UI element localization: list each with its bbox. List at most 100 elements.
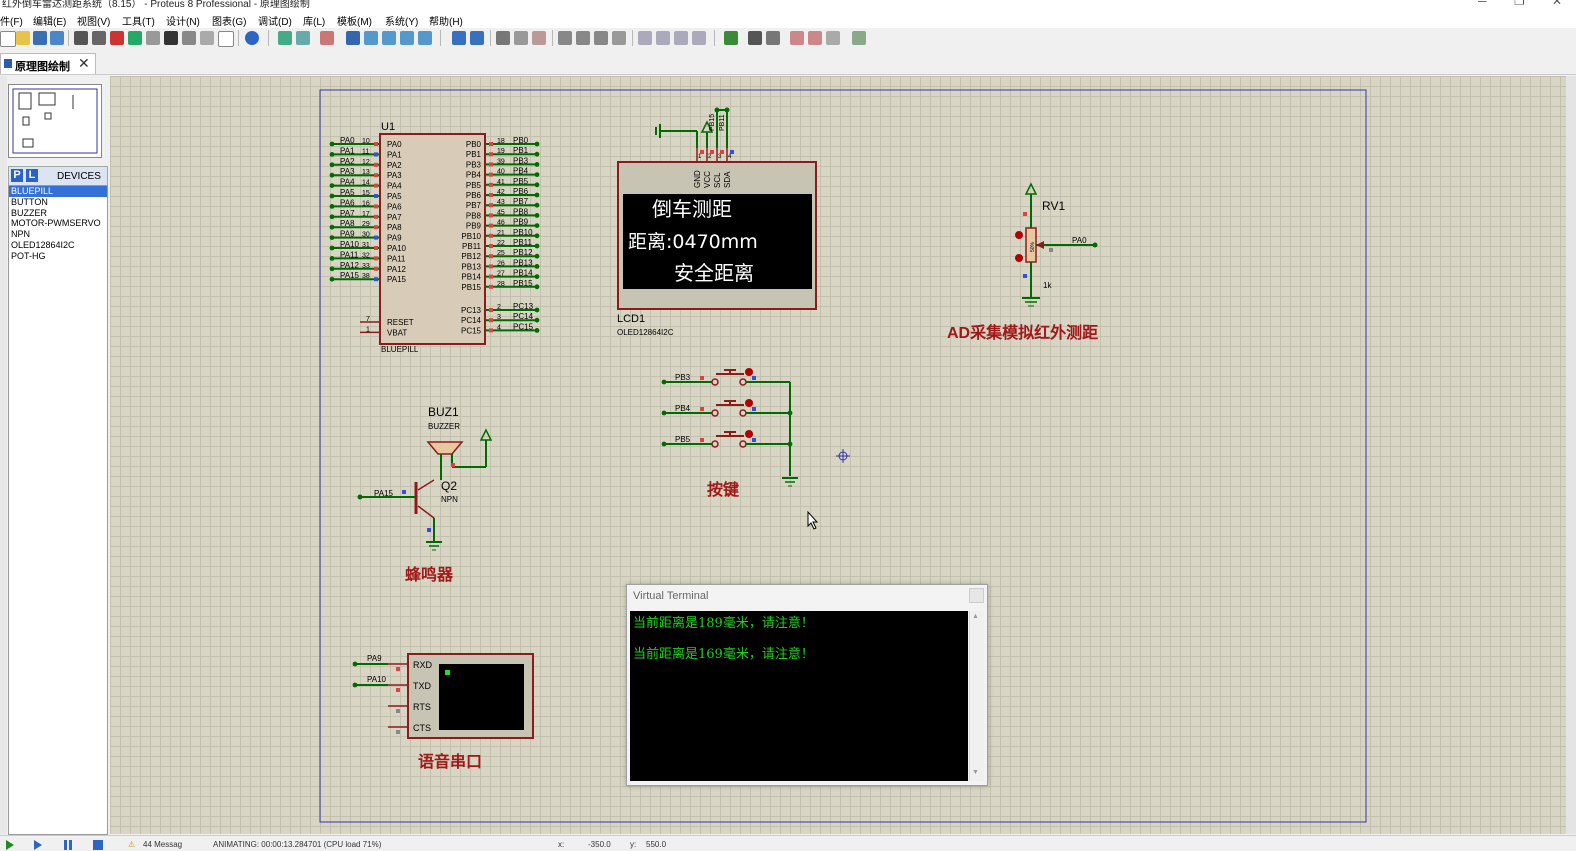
potentiometer-rv1[interactable]: 50% RV1 1k PA0 (1015, 182, 1098, 307)
lcd-pin-name: GND (693, 170, 702, 188)
mcu-pin-name: PA12 (387, 265, 407, 274)
mcu-pin-number: 12 (362, 159, 370, 166)
terminal-screen[interactable]: 当前距离是189毫米，请注意！ 当前距离是169毫米，请注意！ (630, 611, 968, 781)
pin-state (427, 528, 431, 532)
mcu-pin-number: 38 (362, 273, 370, 280)
pot-net-label: PA0 (1072, 236, 1087, 245)
uart-screen (439, 664, 524, 730)
lcd-oled[interactable]: 倒车测距 距离:0470mm 安全距离 LCD1 OLED12864I2C GN… (617, 107, 817, 338)
mcu-pin-name: PB10 (461, 232, 481, 241)
mcu-pin-net: PB11 (513, 238, 533, 247)
mcu-pin-number: 33 (362, 263, 370, 270)
pin-state (700, 376, 704, 380)
crosshair-icon (836, 449, 850, 463)
lcd-pin-number: 2 (708, 154, 712, 160)
mcu-pin-name: PA5 (387, 192, 402, 201)
mcu-pin-name: PA6 (387, 202, 402, 211)
pot-value: 1k (1043, 281, 1052, 290)
mcu-pin-number: 22 (497, 240, 505, 247)
mcu-pin-name: PA11 (387, 254, 406, 263)
uart-terminal[interactable]: RXD TXD RTS CTS PA9 PA10 (352, 653, 534, 739)
pin-state (720, 150, 724, 154)
button-contact (739, 409, 747, 417)
mcu-pin-name: PB12 (461, 252, 481, 261)
mcu-pin-net: PB1 (513, 146, 529, 155)
mcu-pin-name: PB11 (462, 242, 482, 251)
pot-body-label: 50% (1030, 241, 1036, 252)
junction-dot (534, 307, 540, 313)
terminal-line-2: 当前距离是169毫米，请注意！ (633, 647, 814, 662)
button-net-label: PB5 (675, 435, 691, 444)
mcu-pin-name: PA9 (387, 234, 402, 243)
mcu-pin-name: PB3 (466, 160, 482, 169)
pin-state (396, 667, 400, 671)
mcu-pin-net: PB13 (513, 258, 533, 267)
mcu-pin-number: 16 (362, 200, 370, 207)
stop-icon[interactable] (93, 840, 103, 850)
scroll-down-icon[interactable]: ▼ (972, 769, 979, 776)
buzzer-type: BUZZER (428, 422, 460, 431)
pin-state (489, 308, 493, 312)
mcu-pin-net: PB6 (513, 187, 529, 196)
junction-dot (534, 274, 540, 279)
mcu-pin-number: 31 (362, 242, 370, 249)
transistor-ref: Q2 (441, 479, 457, 493)
button-net-label: PB4 (675, 404, 691, 413)
mcu-pin-name: PB5 (466, 181, 482, 190)
x-label: x: (558, 840, 565, 849)
mcu-pin-number: 15 (362, 190, 370, 197)
junction-dot (534, 202, 540, 208)
junction-dot (534, 253, 540, 259)
junction-dot (534, 141, 540, 147)
pin-state (489, 233, 493, 238)
mcu-u1[interactable]: U1 BLUEPILL PA0 10 PA0PA1 11 PA1PA2 12 PA2PA3 1… (329, 121, 540, 354)
x-coordinate: -350.0 (588, 840, 611, 849)
mcu-pin-net: PA5 (340, 188, 355, 197)
mcu-pin-net: PB12 (513, 248, 533, 257)
terminal-scrollbar[interactable]: ▲ ▼ (969, 611, 984, 781)
mcu-pin-net: PB14 (513, 269, 533, 278)
pin-state (374, 256, 378, 261)
buzzer-ref: BUZ1 (428, 405, 459, 419)
pin-state (374, 173, 378, 178)
lcd-line-2: 距离:0470mm (628, 231, 758, 253)
pause-icon[interactable] (64, 840, 67, 850)
play-icon[interactable] (6, 840, 14, 850)
uart-pin-name: RTS (413, 702, 431, 712)
scroll-up-icon[interactable]: ▲ (972, 613, 979, 620)
junction-dot (534, 151, 540, 157)
mcu-pin-net: PA8 (340, 219, 355, 228)
pin-state (374, 266, 378, 271)
terminal-close-button[interactable] (969, 588, 984, 603)
virtual-terminal-window[interactable]: Virtual Terminal 当前距离是189毫米，请注意！ 当前距离是16… (626, 584, 988, 786)
mcu-pin-number: 7 (366, 316, 370, 323)
mcu-pin-name: PA15 (387, 275, 407, 284)
mcu-pin-name: PB0 (466, 140, 482, 149)
pin-state (489, 318, 493, 323)
mcu-pin-net: PB3 (513, 156, 529, 165)
mcu-pin-number: 10 (362, 138, 370, 145)
step-icon[interactable] (34, 840, 42, 850)
lcd-ref: LCD1 (617, 313, 645, 325)
mcu-pin-name: PA10 (387, 244, 407, 253)
mcu-pin-net: PA10 (340, 240, 360, 249)
button-group[interactable]: PB3 PB4 PB5 (661, 368, 798, 487)
junction-dot (329, 193, 335, 199)
junction-dot (534, 233, 540, 239)
mcu-pin-name: PC14 (461, 316, 482, 325)
pin-state (752, 407, 756, 411)
buzzer-circuit[interactable]: BUZ1 BUZZER Q2 NPN PA15 (357, 405, 493, 551)
pin-state (489, 203, 493, 208)
y-coordinate: 550.0 (646, 840, 667, 849)
transistor-type: NPN (441, 495, 458, 504)
button-contact (711, 378, 719, 386)
pin-state (710, 150, 714, 154)
mcu-pin-name: PC15 (461, 326, 482, 335)
junction-dot (534, 172, 540, 178)
pause-icon[interactable] (69, 840, 72, 850)
mcu-ref: U1 (381, 121, 395, 133)
warning-icon: ⚠ (128, 840, 136, 849)
uart-net-label: PA9 (367, 654, 382, 663)
mcu-pin-net: PA6 (340, 198, 355, 207)
messages-count[interactable]: 44 Messag (143, 840, 182, 849)
